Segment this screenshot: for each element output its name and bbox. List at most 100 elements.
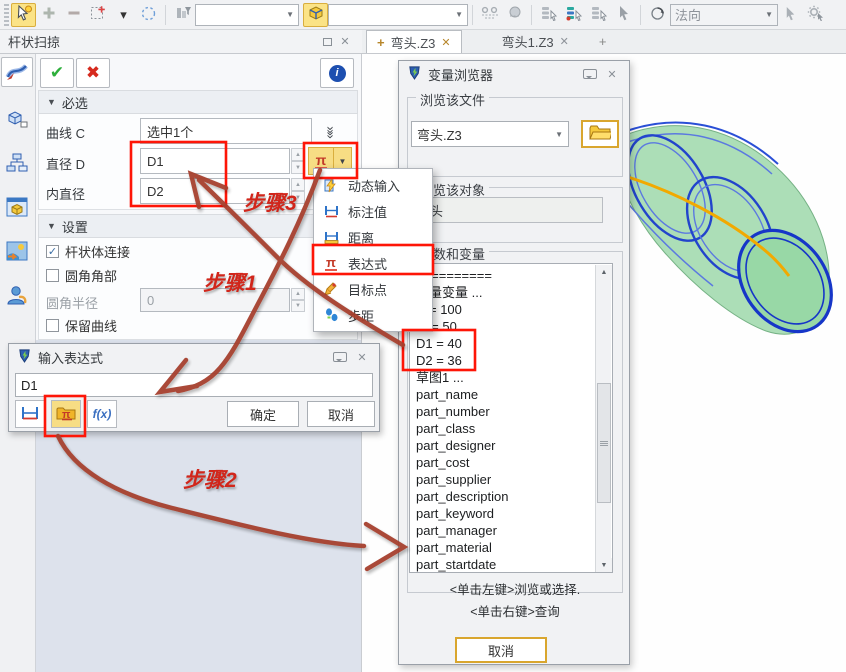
tab-close-icon[interactable]: ✕ (560, 35, 569, 48)
list-item[interactable]: part_number (416, 403, 612, 420)
pick-only-button[interactable] (611, 3, 636, 27)
filter-button[interactable] (170, 3, 195, 27)
list-item[interactable]: part_description (416, 488, 612, 505)
view-plane-button[interactable] (303, 3, 328, 27)
list-item[interactable]: part_name (416, 386, 612, 403)
curve-expand-button[interactable]: »» (318, 120, 344, 142)
list-item[interactable]: 标量变量 ... (416, 284, 612, 301)
scroll-down-icon[interactable]: ▼ (596, 558, 612, 573)
curve-field[interactable]: 选中1个 (140, 118, 312, 144)
pick-settings-button[interactable] (803, 3, 828, 27)
keep-curve-checkbox[interactable]: 保留曲线 (46, 316, 117, 335)
reorient-button[interactable] (645, 3, 670, 27)
spin-up-icon[interactable]: ▲ (291, 148, 305, 161)
offset-point-button[interactable] (477, 3, 502, 27)
list-item[interactable]: part_class (416, 420, 612, 437)
pick-region-button[interactable] (86, 3, 111, 27)
toolbar-grip-handle[interactable] (4, 4, 9, 26)
fillet-radius-field[interactable]: 0 (140, 288, 290, 312)
menu-item-step[interactable]: 步距 (314, 302, 432, 328)
list-item[interactable]: part_startdate (416, 556, 612, 573)
view-manager-button[interactable] (1, 193, 33, 223)
expression-input[interactable] (15, 373, 373, 397)
help-balloon-button[interactable] (333, 350, 347, 365)
list-item[interactable]: r1 = 50 (416, 318, 612, 335)
menu-item-dynamic-input[interactable]: 动态输入 (314, 172, 432, 198)
fillet-radius-spinner[interactable]: ▲▼ (291, 288, 305, 312)
pick-circle-button[interactable] (136, 3, 161, 27)
tab-bend-z3[interactable]: + 弯头.Z3 ✕ (366, 30, 462, 53)
menu-item-target-point[interactable]: 目标点 (314, 276, 432, 302)
dimension-value-button[interactable] (15, 400, 45, 428)
browser-cancel-button[interactable]: 取消 (455, 637, 547, 663)
inner-diameter-field[interactable]: D2 (140, 178, 290, 204)
diameter-spinner[interactable]: ▲▼ (291, 148, 305, 174)
list-item[interactable]: part_manager (416, 522, 612, 539)
pick-region-dropdown[interactable]: ▾ (111, 3, 136, 27)
fillet-corner-checkbox[interactable]: 圆角角部 (46, 266, 117, 285)
list-pick-button-1[interactable] (536, 3, 561, 27)
spin-up-icon[interactable]: ▲ (291, 288, 305, 300)
dialog-titlebar[interactable]: 输入表达式 ✕ (9, 344, 379, 370)
spin-down-icon[interactable]: ▼ (291, 161, 305, 174)
spin-down-icon[interactable]: ▼ (291, 191, 305, 204)
open-file-button[interactable] (581, 120, 619, 148)
help-balloon-button[interactable] (583, 67, 597, 82)
browser-titlebar[interactable]: 变量浏览器 ✕ (399, 61, 629, 87)
assembly-manager-button[interactable] (1, 105, 33, 135)
menu-item-dimension-value[interactable]: 标注值 (314, 198, 432, 224)
pick-direction-button[interactable] (778, 3, 803, 27)
tab-close-icon[interactable]: ✕ (441, 36, 450, 49)
role-manager-button[interactable] (1, 281, 33, 311)
scroll-thumb[interactable] (597, 383, 611, 503)
new-tab-button[interactable]: + (589, 30, 617, 53)
plane-combobox[interactable]: ▼ (328, 4, 468, 26)
pick-help-button[interactable] (11, 3, 36, 27)
list-item[interactable]: part_designer (416, 437, 612, 454)
list-item[interactable]: ========== (416, 267, 612, 284)
panel-close-button[interactable]: ✕ (336, 34, 354, 50)
variable-list[interactable]: ========== 标量变量 ... R = 100 r1 = 50 D1 =… (409, 263, 613, 573)
sphere-snap-button[interactable] (502, 3, 527, 27)
ok-button[interactable]: ✔ (40, 58, 74, 88)
file-combobox[interactable]: 弯头.Z3 ▼ (411, 121, 569, 147)
inner-diameter-spinner[interactable]: ▲▼ (291, 178, 305, 204)
list-item[interactable]: 草图1 ... (416, 369, 612, 386)
info-button[interactable]: i (320, 58, 354, 88)
list-item-d1[interactable]: D1 = 40 (416, 335, 612, 352)
spin-down-icon[interactable]: ▼ (291, 300, 305, 312)
list-item-d2[interactable]: D2 = 36 (416, 352, 612, 369)
spin-up-icon[interactable]: ▲ (291, 178, 305, 191)
render-manager-button[interactable] (1, 237, 33, 267)
sweep-manager-button[interactable] (1, 57, 33, 87)
list-scrollbar[interactable]: ▲ ▼ (595, 265, 611, 573)
variable-browser-button[interactable]: π (51, 400, 81, 428)
remove-entity-button[interactable] (61, 3, 86, 27)
list-item[interactable]: part_supplier (416, 471, 612, 488)
elbow-pipe-model[interactable] (618, 98, 846, 346)
section-required[interactable]: ▼ 必选 (38, 90, 358, 114)
dialog-close-button[interactable]: ✕ (353, 349, 371, 365)
menu-item-distance[interactable]: 距离 (314, 224, 432, 250)
browser-close-button[interactable]: ✕ (603, 66, 621, 82)
list-pick-button-2[interactable] (561, 3, 586, 27)
list-item[interactable]: part_cost (416, 454, 612, 471)
filter-combobox[interactable]: ▼ (195, 4, 299, 26)
menu-item-expression[interactable]: π 表达式 (314, 250, 432, 276)
rod-connect-checkbox[interactable]: ✓杆状体连接 (46, 242, 130, 261)
cancel-command-button[interactable]: ✖ (76, 58, 110, 88)
list-pick-button-3[interactable] (586, 3, 611, 27)
history-manager-button[interactable] (1, 149, 33, 179)
list-item[interactable]: R = 100 (416, 301, 612, 318)
normal-combobox[interactable]: 法向▼ (670, 4, 778, 26)
list-item[interactable]: part_keyword (416, 505, 612, 522)
tab-bend1-z3[interactable]: 弯头1.Z3 ✕ (492, 30, 579, 53)
function-button[interactable]: f(x) (87, 400, 117, 428)
dialog-cancel-button[interactable]: 取消 (307, 401, 375, 427)
scroll-up-icon[interactable]: ▲ (596, 265, 612, 280)
diameter-field[interactable]: D1 (140, 148, 290, 174)
dialog-ok-button[interactable]: 确定 (227, 401, 299, 427)
add-entity-button[interactable] (36, 3, 61, 27)
panel-restore-button[interactable] (318, 34, 336, 50)
section-settings[interactable]: ▼ 设置 (38, 214, 358, 238)
